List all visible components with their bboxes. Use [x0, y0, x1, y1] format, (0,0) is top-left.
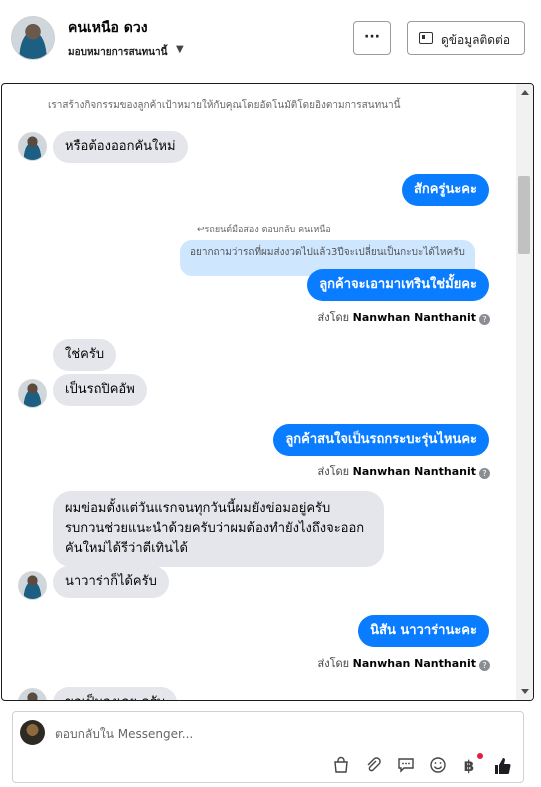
message-thread[interactable]: เราสร้างกิจกรรมของลูกค้าเป้าหมายให้กับคุ… [1, 83, 534, 701]
scroll-up-arrow-icon[interactable] [521, 90, 529, 95]
sender-name: Nanwhan Nanthanit [352, 311, 476, 324]
thumbs-up-icon[interactable] [493, 756, 513, 776]
conversation-header: คนเหนือ ดวง มอบหมายการสนทนานี้ ▼ ··· ดูข… [0, 0, 541, 80]
contact-avatar[interactable] [11, 16, 55, 60]
sent-by-line: ส่งโดย Nanwhan Nanthanit? [318, 654, 490, 672]
baht-icon[interactable]: ฿ [459, 756, 479, 776]
caret-down-icon[interactable]: ▼ [176, 44, 184, 55]
bag-icon[interactable] [331, 756, 351, 776]
outgoing-message: ลูกค้าสนใจเป็นรถกระบะรุ่นไหนคะ [273, 424, 489, 456]
scrollbar-thumb[interactable] [518, 176, 530, 254]
outgoing-message: ลูกค้าจะเอามาเทรินใช่มั้ยคะ [307, 269, 489, 301]
sent-by-prefix: ส่งโดย [317, 311, 350, 324]
customer-avatar [18, 688, 47, 700]
view-contact-button[interactable]: ดูข้อมูลติดต่อ [407, 21, 525, 55]
incoming-message: นาวาร่าก็ได้ครับ [53, 566, 169, 598]
info-icon[interactable]: ? [479, 314, 490, 325]
automation-notice: เราสร้างกิจกรรมของลูกค้าเป้าหมายให้กับคุ… [48, 100, 401, 111]
customer-avatar [18, 379, 47, 408]
incoming-message: ใช่ครับ [53, 339, 117, 371]
sent-by-line: ส่งโดย Nanwhan Nanthanit? [318, 462, 490, 480]
emoji-icon[interactable] [428, 756, 448, 776]
paperclip-icon[interactable] [363, 756, 383, 776]
thread-scrollbar[interactable] [516, 84, 533, 700]
page-avatar [20, 720, 45, 745]
customer-avatar [18, 571, 47, 600]
reply-composer: ฿ [12, 711, 524, 783]
view-contact-label: ดูข้อมูลติดต่อ [441, 33, 511, 47]
info-icon[interactable]: ? [479, 468, 490, 479]
contact-card-icon [419, 32, 433, 44]
incoming-message: ขอเป็นวงเลย ครับ [53, 687, 178, 700]
reply-input[interactable] [55, 724, 495, 744]
chat-bubble-icon[interactable] [396, 756, 416, 776]
customer-avatar [18, 132, 47, 161]
outgoing-message: สักครู่นะคะ [401, 174, 489, 206]
incoming-message: เป็นรถปิคอัพ [53, 374, 147, 406]
assign-conversation-link[interactable]: มอบหมายการสนทนานี้ [68, 45, 167, 60]
outgoing-message: นิสัน นาวาร่านะคะ [358, 615, 489, 647]
notification-dot [477, 753, 483, 759]
incoming-message: หรือต้องออกคันใหม่ [53, 131, 188, 163]
reply-context-label: ↩รถยนต์มือสอง ตอบกลับ คนเหนือ [197, 225, 331, 235]
contact-name[interactable]: คนเหนือ ดวง [68, 17, 148, 39]
sent-by-prefix: ส่งโดย [317, 465, 350, 478]
sent-by-line: ส่งโดย Nanwhan Nanthanit? [318, 308, 490, 326]
more-options-button[interactable]: ··· [353, 21, 391, 55]
sender-name: Nanwhan Nanthanit [352, 465, 476, 478]
scroll-down-arrow-icon[interactable] [521, 689, 529, 694]
info-icon[interactable]: ? [479, 660, 490, 671]
sender-name: Nanwhan Nanthanit [352, 657, 476, 670]
incoming-message: ผมข่อมตั้งแต่วันแรกจนทุกวันนี้ผมยังข่อมอ… [53, 491, 384, 567]
sent-by-prefix: ส่งโดย [317, 657, 350, 670]
